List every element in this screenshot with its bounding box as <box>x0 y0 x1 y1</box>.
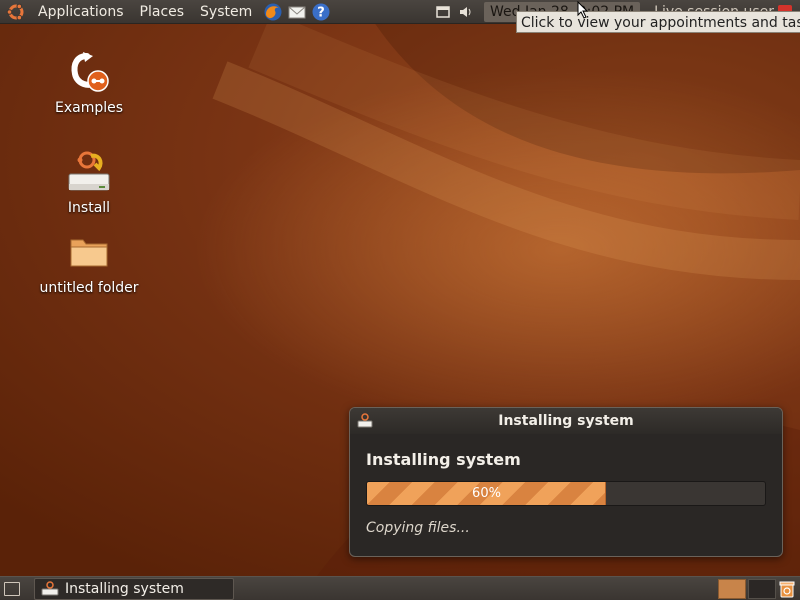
svg-text:?: ? <box>317 5 325 20</box>
progress-percent: 60% <box>472 486 501 501</box>
installer-window: Installing system Installing system 60% … <box>349 407 783 557</box>
mouse-cursor-icon <box>577 1 589 19</box>
menu-system[interactable]: System <box>192 0 260 24</box>
mail-icon <box>288 6 306 18</box>
clock-tooltip: Click to view your appointments and task… <box>516 11 800 33</box>
folder-icon <box>65 228 113 276</box>
window-titlebar[interactable]: Installing system <box>350 408 782 434</box>
installer-status: Copying files... <box>366 520 470 536</box>
desktop-icon-untitled-folder[interactable]: untitled folder <box>29 228 149 296</box>
mail-launcher[interactable] <box>286 1 308 23</box>
help-icon: ? <box>312 3 330 20</box>
taskbar-button-installer[interactable]: Installing system <box>34 577 234 600</box>
taskbar-button-label: Installing system <box>65 580 184 597</box>
firefox-icon <box>264 3 282 20</box>
show-desktop-icon[interactable] <box>4 581 20 596</box>
workspace-2[interactable] <box>748 579 776 599</box>
volume-icon[interactable] <box>456 3 474 21</box>
desktop-icon-label: Install <box>67 200 111 216</box>
installer-task-icon <box>41 580 59 595</box>
desktop-icon-install[interactable]: Install <box>29 148 149 216</box>
desktop-icon-examples[interactable]: Examples <box>29 48 149 116</box>
help-launcher[interactable]: ? <box>310 1 332 23</box>
firefox-launcher[interactable] <box>262 1 284 23</box>
menu-places[interactable]: Places <box>132 0 193 24</box>
examples-icon <box>65 48 113 96</box>
bottom-panel: Installing system <box>0 576 800 600</box>
trash-icon[interactable] <box>778 580 796 598</box>
window-list-icon[interactable] <box>434 3 452 21</box>
install-icon <box>65 148 113 196</box>
desktop-icon-label: Examples <box>54 100 124 116</box>
progress-bar: 60% <box>366 481 766 506</box>
menu-applications[interactable]: Applications <box>30 0 132 24</box>
workspace-1[interactable] <box>718 579 746 599</box>
installer-heading: Installing system <box>366 450 521 469</box>
desktop-icon-label: untitled folder <box>39 280 139 296</box>
window-title: Installing system <box>498 413 634 429</box>
ubuntu-logo-icon[interactable] <box>6 2 26 22</box>
